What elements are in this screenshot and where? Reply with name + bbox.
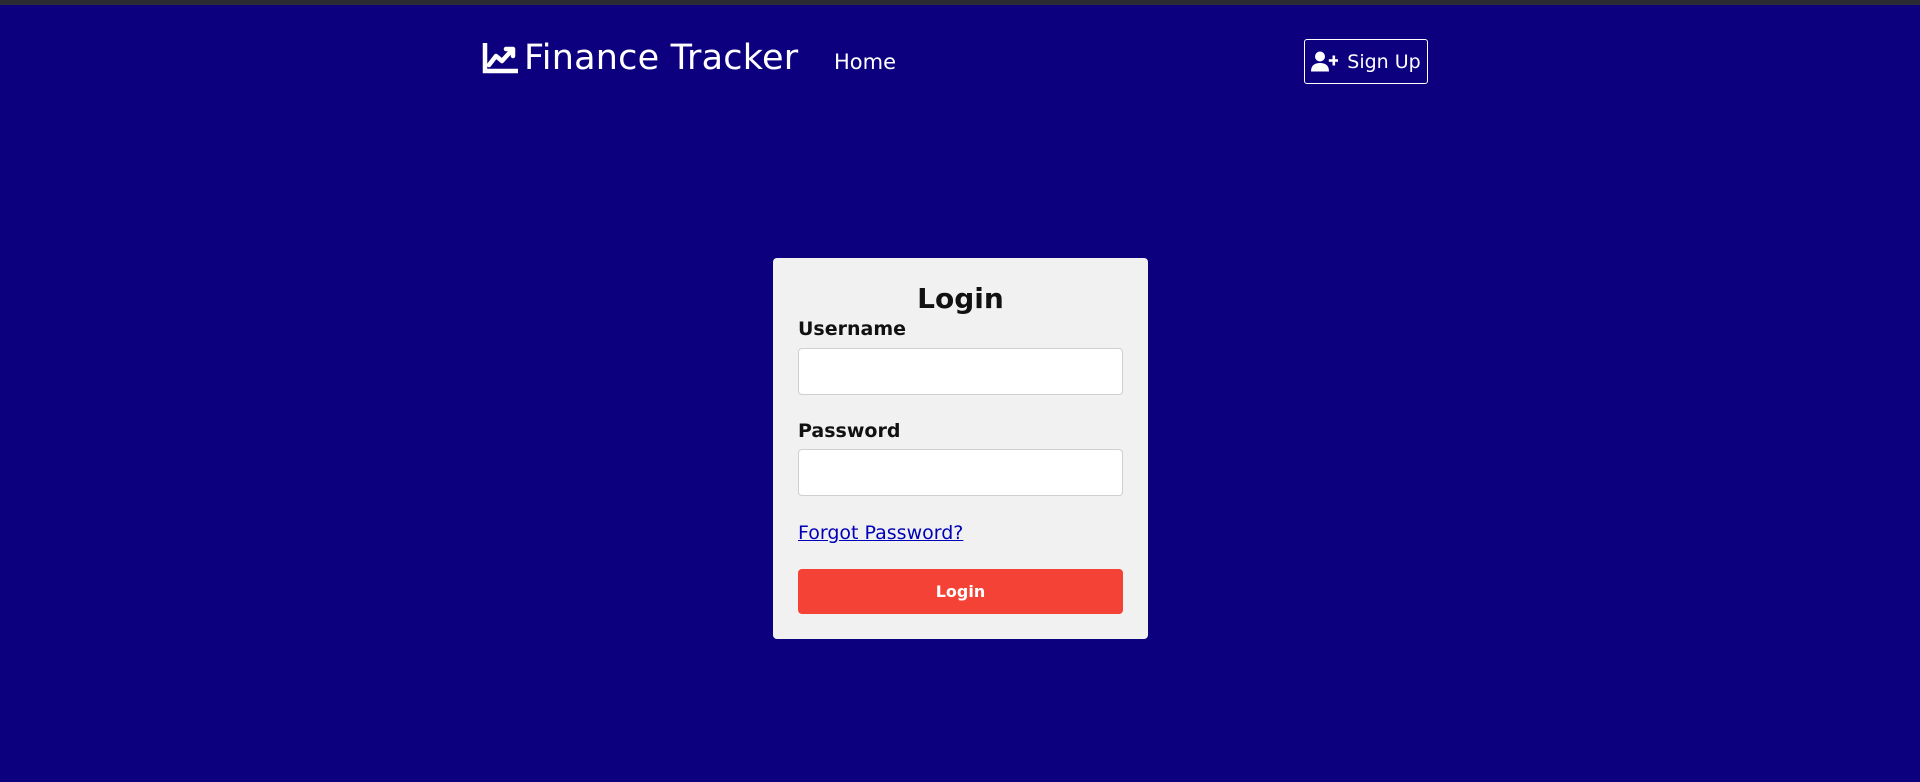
user-plus-icon <box>1311 51 1339 72</box>
login-title: Login <box>917 282 1004 315</box>
signup-label: Sign Up <box>1347 50 1421 73</box>
login-card: Login Username Password Forgot Password?… <box>773 258 1148 639</box>
navbar: Finance Tracker Home Sign Up <box>0 5 1920 115</box>
signup-button[interactable]: Sign Up <box>1304 39 1428 84</box>
chart-line-icon <box>482 42 518 75</box>
login-button[interactable]: Login <box>798 569 1123 614</box>
password-input[interactable] <box>798 449 1123 496</box>
brand-link[interactable]: Finance Tracker <box>482 41 798 76</box>
forgot-password-link[interactable]: Forgot Password? <box>798 522 963 544</box>
username-input[interactable] <box>798 348 1123 395</box>
username-label: Username <box>798 318 907 340</box>
nav-home-link[interactable]: Home <box>834 50 896 74</box>
password-label: Password <box>798 420 901 442</box>
brand-name: Finance Tracker <box>524 38 799 78</box>
